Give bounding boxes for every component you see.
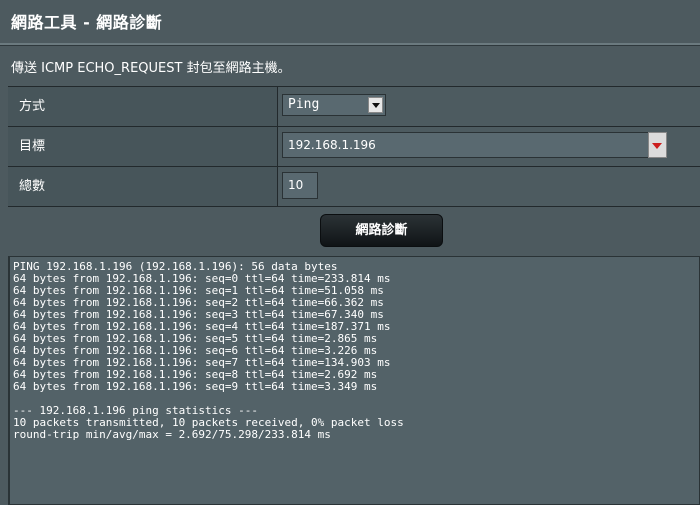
ping-output-text: PING 192.168.1.196 (192.168.1.196): 56 d… <box>10 257 699 441</box>
count-value-cell: 10 <box>279 167 700 206</box>
settings-table: 方式 Ping 目標 192.168.1.196 總數 10 <box>8 86 700 207</box>
target-dropdown-chevron-icon[interactable] <box>648 132 667 158</box>
target-row: 目標 192.168.1.196 <box>8 127 700 167</box>
target-value-cell: 192.168.1.196 <box>279 127 700 166</box>
count-label: 總數 <box>8 167 278 206</box>
method-row: 方式 Ping <box>8 87 700 127</box>
method-select[interactable]: Ping <box>282 94 386 116</box>
output-line: 64 bytes from 192.168.1.196: seq=9 ttl=6… <box>13 380 378 393</box>
page-title: 網路工具 - 網路診斷 <box>11 13 163 32</box>
count-input[interactable]: 10 <box>282 172 318 199</box>
chevron-down-icon[interactable] <box>368 97 383 113</box>
method-select-value: Ping <box>288 97 320 112</box>
diagnose-button[interactable]: 網路診斷 <box>320 214 443 247</box>
count-row: 總數 10 <box>8 167 700 207</box>
method-label: 方式 <box>8 87 278 126</box>
target-label: 目標 <box>8 127 278 166</box>
method-value-cell: Ping <box>279 87 700 126</box>
output-line: round-trip min/avg/max = 2.692/75.298/23… <box>13 428 331 441</box>
target-input[interactable]: 192.168.1.196 <box>282 132 649 158</box>
page-description: 傳送 ICMP ECHO_REQUEST 封包至網路主機。 <box>11 61 291 76</box>
ping-output-textarea[interactable]: PING 192.168.1.196 (192.168.1.196): 56 d… <box>8 256 700 505</box>
title-divider <box>0 43 700 46</box>
